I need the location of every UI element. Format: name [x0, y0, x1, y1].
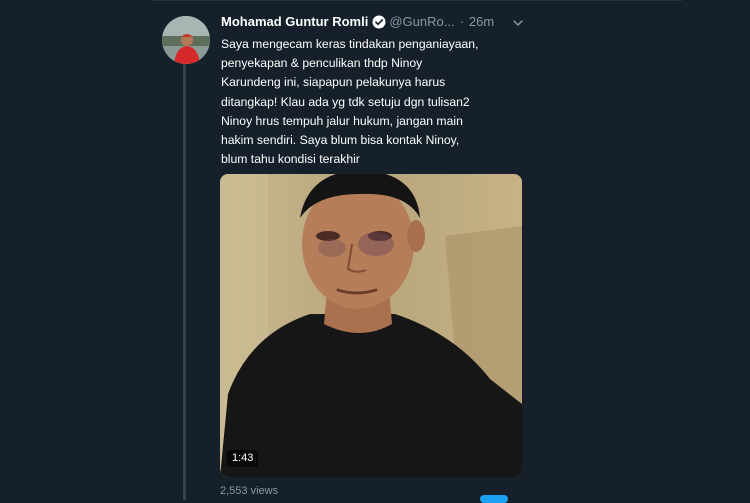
divider: [152, 0, 682, 1]
display-name[interactable]: Mohamad Guntur Romli: [221, 14, 368, 29]
tweet-text-line: blum tahu kondisi terakhir: [221, 152, 360, 167]
thread-connector-line: [183, 64, 186, 500]
tweet-text-line: Karundeng ini, siapapun pelakunya harus: [221, 75, 446, 90]
tweet-text-line: Ninoy hrus tempuh jalur hukum, jangan ma…: [221, 113, 463, 128]
tweet-text-line: Saya mengecam keras tindakan penganiayaa…: [221, 37, 479, 51]
verified-badge-icon: [372, 15, 386, 34]
chevron-down-icon[interactable]: [512, 16, 524, 34]
avatar[interactable]: [162, 16, 210, 64]
tweet[interactable]: Mohamad Guntur Romli @GunRo... · 26m Saya m…: [0, 0, 750, 503]
timestamp[interactable]: 26m: [469, 14, 494, 29]
tweet-text-line: hakim sendiri. Saya blum bisa kontak Nin…: [221, 133, 460, 148]
tweet-header: Mohamad Guntur Romli @GunRo... · 26m: [221, 13, 494, 31]
tweet-text-line: penyekapan & penculikan thdp Ninoy: [221, 56, 423, 71]
video-duration: 1:43: [227, 450, 259, 467]
view-count: 2,553 views: [220, 485, 279, 497]
user-handle[interactable]: @GunRo...: [389, 14, 454, 29]
video-player[interactable]: [220, 174, 522, 477]
partial-action-button[interactable]: [480, 495, 508, 503]
separator-dot: ·: [459, 14, 464, 29]
tweet-text-line: ditangkap! Klau ada yg tdk setuju dgn tu…: [221, 94, 470, 109]
tweet-text: Saya mengecam keras tindakan penganiayaa…: [221, 35, 521, 169]
